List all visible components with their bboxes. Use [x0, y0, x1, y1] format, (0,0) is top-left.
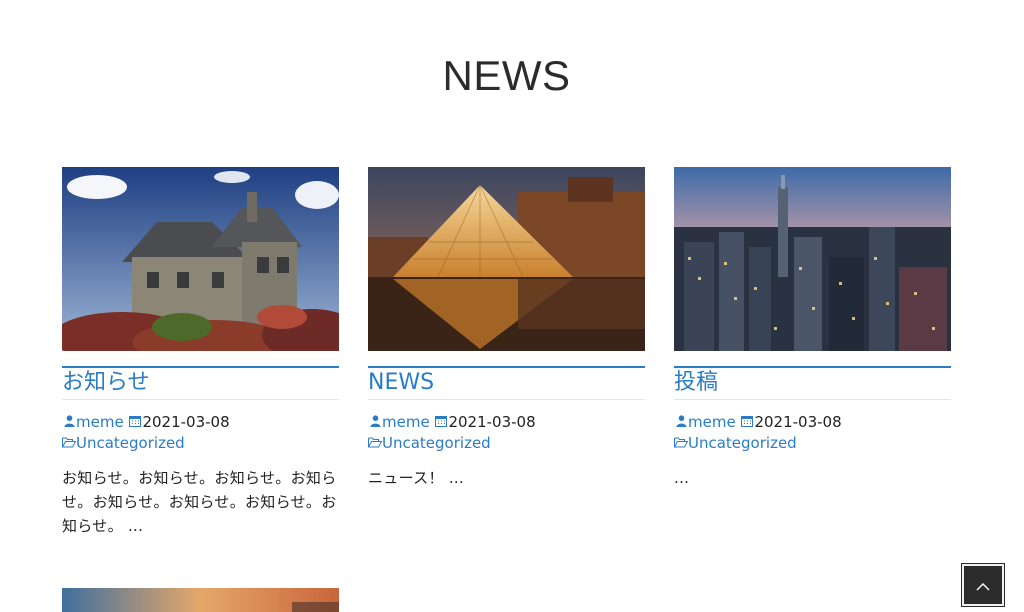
- post-title-link[interactable]: NEWS: [368, 368, 645, 398]
- post-thumbnail-city[interactable]: [674, 167, 951, 351]
- post-category-link[interactable]: Uncategorized: [76, 434, 185, 452]
- back-to-top-button[interactable]: [962, 564, 1004, 606]
- post-category-link[interactable]: Uncategorized: [382, 434, 491, 452]
- calendar-icon: [128, 413, 142, 433]
- post-thumbnail-house[interactable]: [62, 167, 339, 351]
- post-author-link[interactable]: meme: [382, 413, 430, 431]
- folder-open-icon: [674, 434, 689, 454]
- folder-open-icon: [62, 434, 77, 454]
- louvre-pyramid-photo: [368, 167, 645, 351]
- post-card: NEWS meme 2021-03-08 Uncategorized ニュース！…: [368, 167, 645, 490]
- post-date: 2021-03-08: [448, 413, 536, 431]
- post-card: お知らせ meme 2021-03-08 Uncategorized お知らせ。…: [62, 167, 339, 538]
- post-author-link[interactable]: meme: [76, 413, 124, 431]
- user-icon: [674, 413, 688, 433]
- post-meta: meme 2021-03-08 Uncategorized: [368, 412, 645, 454]
- post-thumbnail-louvre[interactable]: [368, 167, 645, 351]
- calendar-icon: [434, 413, 448, 433]
- house-photo: [62, 167, 339, 351]
- user-icon: [62, 413, 76, 433]
- section-title: NEWS: [442, 52, 571, 99]
- city-skyline-photo: [674, 167, 951, 351]
- post-title-link[interactable]: 投稿: [674, 368, 951, 398]
- calendar-icon: [740, 413, 754, 433]
- post-title-link[interactable]: お知らせ: [62, 368, 339, 398]
- post-date: 2021-03-08: [142, 413, 230, 431]
- post-excerpt: ...: [674, 469, 690, 487]
- chevron-up-icon: [976, 576, 990, 595]
- post-category-link[interactable]: Uncategorized: [688, 434, 797, 452]
- sunset-photo: [62, 588, 339, 612]
- post-meta: meme 2021-03-08 Uncategorized: [62, 412, 339, 454]
- post-date: 2021-03-08: [754, 413, 842, 431]
- post-excerpt: お知らせ。お知らせ。お知らせ。お知らせ。お知らせ。お知らせ。お知らせ。お知らせ。…: [62, 469, 337, 535]
- post-author-link[interactable]: meme: [688, 413, 736, 431]
- user-icon: [368, 413, 382, 433]
- folder-open-icon: [368, 434, 383, 454]
- post-thumbnail-partial[interactable]: [62, 588, 339, 612]
- post-excerpt: ニュース！ ...: [368, 469, 465, 487]
- post-meta: meme 2021-03-08 Uncategorized: [674, 412, 951, 454]
- post-card: 投稿 meme 2021-03-08 Uncategorized ...: [674, 167, 951, 490]
